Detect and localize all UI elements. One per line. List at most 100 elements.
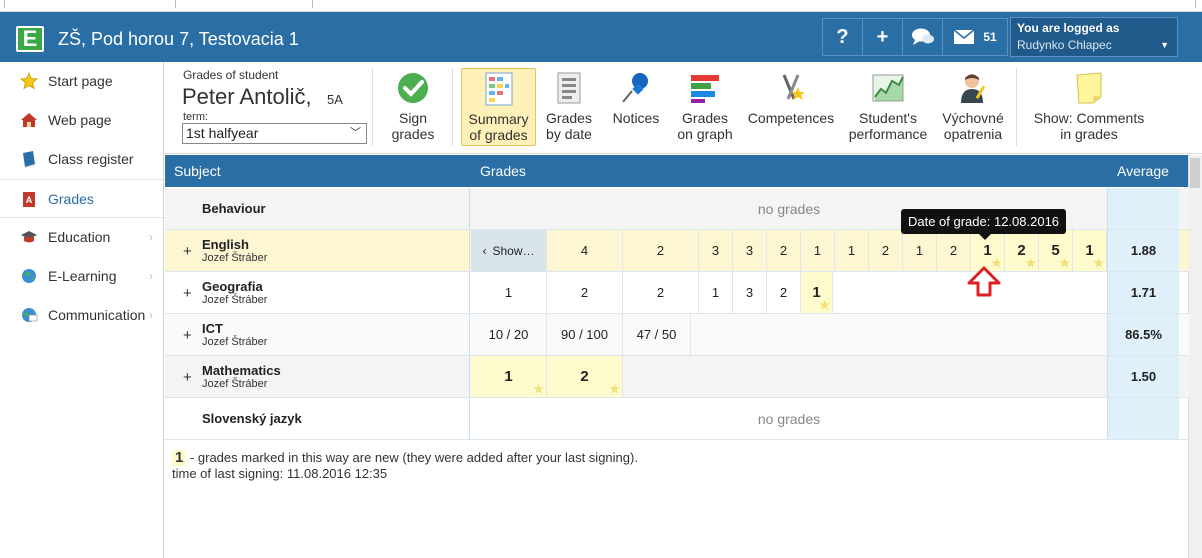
new-grade-cell[interactable]: 5: [1039, 230, 1073, 271]
sidebar-item-e-learning[interactable]: E-Learning ›: [0, 257, 163, 296]
grade-cell[interactable]: 2: [767, 230, 801, 271]
sidebar-item-grades[interactable]: A Grades: [0, 179, 163, 218]
grade-cell[interactable]: 90 / 100: [547, 314, 623, 355]
grade-cell[interactable]: 1: [471, 272, 547, 313]
toolbar-divider: [1016, 68, 1017, 146]
expand-plus-icon[interactable]: +: [183, 243, 192, 260]
sidebar-item-label: Web page: [48, 112, 112, 128]
chevron-right-icon: ›: [149, 269, 153, 283]
grade-cell[interactable]: 47 / 50: [623, 314, 691, 355]
subject-name: Slovenský jazyk: [202, 411, 302, 426]
subject-name: Mathematics: [202, 363, 281, 378]
grade-cell[interactable]: 2: [623, 272, 699, 313]
expand-plus-icon[interactable]: +: [183, 369, 192, 386]
student-name: Peter Antolič,: [182, 84, 312, 109]
average-cell: [1107, 398, 1179, 439]
expand-plus-icon[interactable]: +: [183, 285, 192, 302]
table-row: + Geografia Jozef Štráber 1 2 2 1 3 2 1 …: [165, 272, 1189, 314]
expand-plus-icon[interactable]: +: [183, 327, 192, 344]
grades-by-date-button[interactable]: Grades by date: [541, 68, 597, 146]
table-row: + ICT Jozef Štráber 10 / 20 90 / 100 47 …: [165, 314, 1189, 356]
grade-cell[interactable]: 1: [903, 230, 937, 271]
new-grade-cell[interactable]: 2: [547, 356, 623, 397]
summary-of-grades-button[interactable]: Summary of grades: [461, 68, 536, 146]
grade-cell[interactable]: 1: [801, 230, 835, 271]
notices-button[interactable]: Notices: [608, 68, 664, 146]
subject-name: ICT: [202, 321, 223, 336]
chevron-right-icon: ›: [149, 308, 153, 322]
column-header-average: Average: [1117, 163, 1169, 179]
sign-grades-button[interactable]: Sign grades: [383, 68, 443, 146]
communication-icon: [20, 306, 38, 324]
user-menu[interactable]: You are logged as Rudynko Chlapec ▼: [1010, 17, 1178, 57]
term-value: 1st halfyear: [186, 125, 259, 141]
summary-table-icon: [462, 69, 535, 109]
sidebar-item-education[interactable]: Education ›: [0, 218, 163, 257]
chevron-down-icon: ▼: [1160, 40, 1169, 50]
new-grade-cell[interactable]: 1: [801, 272, 833, 313]
vertical-scrollbar[interactable]: [1188, 155, 1202, 558]
column-header-grades: Grades: [480, 163, 526, 179]
grade-cell[interactable]: 2: [937, 230, 971, 271]
grade-cell[interactable]: 2: [767, 272, 801, 313]
sidebar-item-label: E-Learning: [48, 268, 117, 284]
competences-icon: [745, 68, 837, 108]
chevron-right-icon: ›: [149, 230, 153, 244]
scrollbar-thumb[interactable]: [1190, 158, 1200, 188]
edupage-logo[interactable]: E: [16, 26, 44, 52]
students-performance-button[interactable]: Student's performance: [847, 68, 929, 146]
chat-bubbles-icon: [911, 28, 934, 45]
sidebar-item-start-page[interactable]: Start page: [0, 62, 163, 101]
grade-cell[interactable]: 3: [733, 272, 767, 313]
new-grade-cell[interactable]: 1: [1073, 230, 1107, 271]
subject-cell[interactable]: + ICT Jozef Štráber: [165, 314, 470, 355]
subject-cell[interactable]: + Mathematics Jozef Štráber: [165, 356, 470, 397]
red-arrow-up-icon: [967, 266, 1001, 297]
sidebar-item-web-page[interactable]: Web page: [0, 101, 163, 140]
grade-cell[interactable]: 10 / 20: [471, 314, 547, 355]
show-comments-button[interactable]: Show: Comments in grades: [1029, 68, 1149, 146]
vychovne-opatrenia-button[interactable]: Výchovné opatrenia: [937, 68, 1009, 146]
grades-on-graph-button[interactable]: Grades on graph: [673, 68, 737, 146]
grade-cell[interactable]: 4: [547, 230, 623, 271]
pushpin-icon: [608, 68, 664, 108]
grade-cell[interactable]: 2: [547, 272, 623, 313]
competences-button[interactable]: Competences: [745, 68, 837, 146]
sticky-note-icon: [1029, 68, 1149, 108]
subject-cell[interactable]: + English Jozef Štráber: [165, 230, 470, 271]
new-grades-legend: 1 - grades marked in this way are new (t…: [172, 450, 638, 482]
new-grade-cell[interactable]: 2: [1005, 230, 1039, 271]
grade-cell[interactable]: 3: [733, 230, 767, 271]
new-grade-cell[interactable]: 1: [471, 356, 547, 397]
add-button[interactable]: +: [863, 19, 903, 55]
grade-cell[interactable]: 2: [623, 230, 699, 271]
grade-cell[interactable]: 1: [835, 230, 869, 271]
last-signing-time: time of last signing: 11.08.2016 12:35: [172, 466, 388, 481]
logged-as-label: You are logged as: [1017, 21, 1120, 35]
sidebar-item-communication[interactable]: Communication ›: [0, 296, 163, 335]
checkmark-icon: [383, 68, 443, 108]
school-title: ZŠ, Pod horou 7, Testovacia 1: [58, 29, 299, 49]
grade-cell[interactable]: 3: [699, 230, 733, 271]
grade-cell[interactable]: 2: [869, 230, 903, 271]
chat-button[interactable]: [903, 19, 943, 55]
subject-cell[interactable]: + Geografia Jozef Štráber: [165, 272, 470, 313]
average-cell: [1107, 188, 1179, 229]
table-row: + Mathematics Jozef Štráber 1 2 1.50: [165, 356, 1189, 398]
sidebar-item-class-register[interactable]: Class register: [0, 140, 163, 179]
sidebar-item-label: Communication: [48, 307, 146, 323]
help-button[interactable]: ?: [823, 19, 863, 55]
term-select[interactable]: 1st halfyear ﹀: [182, 123, 367, 144]
browser-top-strip: [0, 0, 1202, 12]
star-icon: [20, 72, 38, 90]
subject-name: Behaviour: [202, 201, 266, 216]
average-cell: 1.88: [1107, 230, 1179, 271]
messages-button[interactable]: 51: [943, 19, 1007, 55]
term-label: term:: [183, 111, 209, 123]
performance-chart-icon: [847, 68, 929, 108]
teacher-name: Jozef Štráber: [202, 336, 268, 348]
show-more-button[interactable]: ‹ Show…: [471, 230, 547, 271]
grade-cell[interactable]: 1: [699, 272, 733, 313]
subject-name: English: [202, 237, 249, 252]
grade-date-tooltip: Date of grade: 12.08.2016: [901, 209, 1066, 240]
